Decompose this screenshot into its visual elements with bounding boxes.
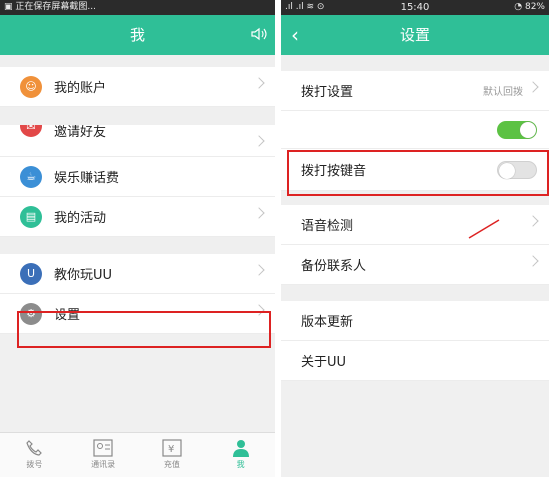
row-value: 默认回拨 — [483, 87, 523, 98]
bottom-tab-bar: 拨号 通讯录 ¥ 充值 我 — [0, 432, 275, 477]
row-label: 版本更新 — [301, 315, 354, 330]
alarm-icon: ◔ — [514, 2, 525, 12]
settings-highlight-box — [17, 311, 271, 348]
app-header: 我 — [0, 15, 275, 55]
tab-label: 通讯录 — [91, 460, 116, 469]
menu-item-label: 教你玩UU — [54, 268, 113, 283]
status-bar: .ıl .ıl ≋ ⊙ 15:40 ◔ 82% — [281, 0, 549, 15]
row-toggle-top — [281, 111, 549, 149]
menu-item-account[interactable]: ☺ 我的账户 — [0, 67, 275, 107]
status-bar: ▣ 正在保存屏幕截图... — [0, 0, 275, 15]
menu-item-entertainment[interactable]: ☕ 娱乐赚话费 — [0, 157, 275, 197]
row-label: 备份联系人 — [301, 259, 367, 274]
settings-screen: .ıl .ıl ≋ ⊙ 15:40 ◔ 82% ‹ 设置 拨打设置 默认回拨 拨… — [281, 0, 549, 477]
menu-item-label: 娱乐赚话费 — [54, 171, 120, 186]
row-label: 拨打设置 — [301, 85, 354, 100]
tab-contacts[interactable]: 通讯录 — [69, 433, 138, 477]
key-tone-highlight-box — [287, 150, 549, 196]
menu-item-label: 我的活动 — [54, 211, 107, 226]
tab-label: 我 — [236, 460, 245, 469]
row-label: 语音检测 — [301, 219, 354, 234]
signal-icon: .ıl .ıl ≋ ⊙ — [285, 2, 325, 12]
chevron-right-icon — [253, 77, 265, 89]
chevron-right-icon — [253, 264, 265, 276]
speaker-icon[interactable] — [251, 27, 267, 41]
row-label: 关于UU — [301, 355, 347, 370]
row-voice-check[interactable]: 语音检测 — [281, 205, 549, 245]
page-title: 我 — [129, 26, 145, 44]
chevron-right-icon — [527, 255, 539, 267]
store-icon: ▤ — [20, 205, 42, 228]
row-dial-settings[interactable]: 拨打设置 默认回拨 — [281, 71, 549, 111]
red-pen-stroke — [468, 219, 500, 239]
menu-item-invite[interactable]: ✉ 邀请好友 — [0, 125, 275, 157]
status-text: 正在保存屏幕截图... — [15, 2, 96, 12]
chevron-right-icon — [527, 215, 539, 227]
chevron-right-icon — [527, 81, 539, 93]
contacts-icon — [69, 437, 138, 459]
row-backup-contacts[interactable]: 备份联系人 — [281, 245, 549, 285]
chevron-right-icon — [253, 207, 265, 219]
menu-item-label: 我的账户 — [54, 81, 107, 96]
tab-label: 充值 — [163, 460, 180, 469]
toggle-switch-on[interactable] — [497, 120, 537, 139]
user-icon: ☺ — [20, 75, 42, 98]
coffee-cup-icon: ☕ — [20, 165, 42, 188]
tab-dial[interactable]: 拨号 — [0, 433, 69, 477]
tab-recharge[interactable]: ¥ 充值 — [138, 433, 207, 477]
menu-item-label: 邀请好友 — [54, 125, 107, 140]
page-title: 设置 — [399, 26, 430, 44]
image-icon: ▣ — [4, 2, 13, 12]
person-icon — [206, 437, 275, 459]
menu-item-tutorial[interactable]: U 教你玩UU — [0, 254, 275, 294]
svg-text:¥: ¥ — [168, 444, 174, 455]
tab-label: 拨号 — [26, 460, 43, 469]
status-time: 15:40 — [400, 2, 430, 13]
uu-icon: U — [20, 262, 42, 285]
tab-me[interactable]: 我 — [206, 433, 275, 477]
invite-icon: ✉ — [20, 125, 42, 137]
battery-level: 82% — [524, 2, 545, 12]
me-screen: ▣ 正在保存屏幕截图... 我 ☺ 我的账户 ✉ 邀请好友 ☕ 娱乐赚话费 ▤ … — [0, 0, 275, 477]
phone-icon — [0, 437, 69, 459]
yen-icon: ¥ — [138, 437, 207, 459]
app-header: ‹ 设置 — [281, 15, 549, 55]
menu-item-activities[interactable]: ▤ 我的活动 — [0, 197, 275, 237]
row-about[interactable]: 关于UU — [281, 341, 549, 381]
row-version-update[interactable]: 版本更新 — [281, 301, 549, 341]
chevron-right-icon — [253, 135, 265, 147]
